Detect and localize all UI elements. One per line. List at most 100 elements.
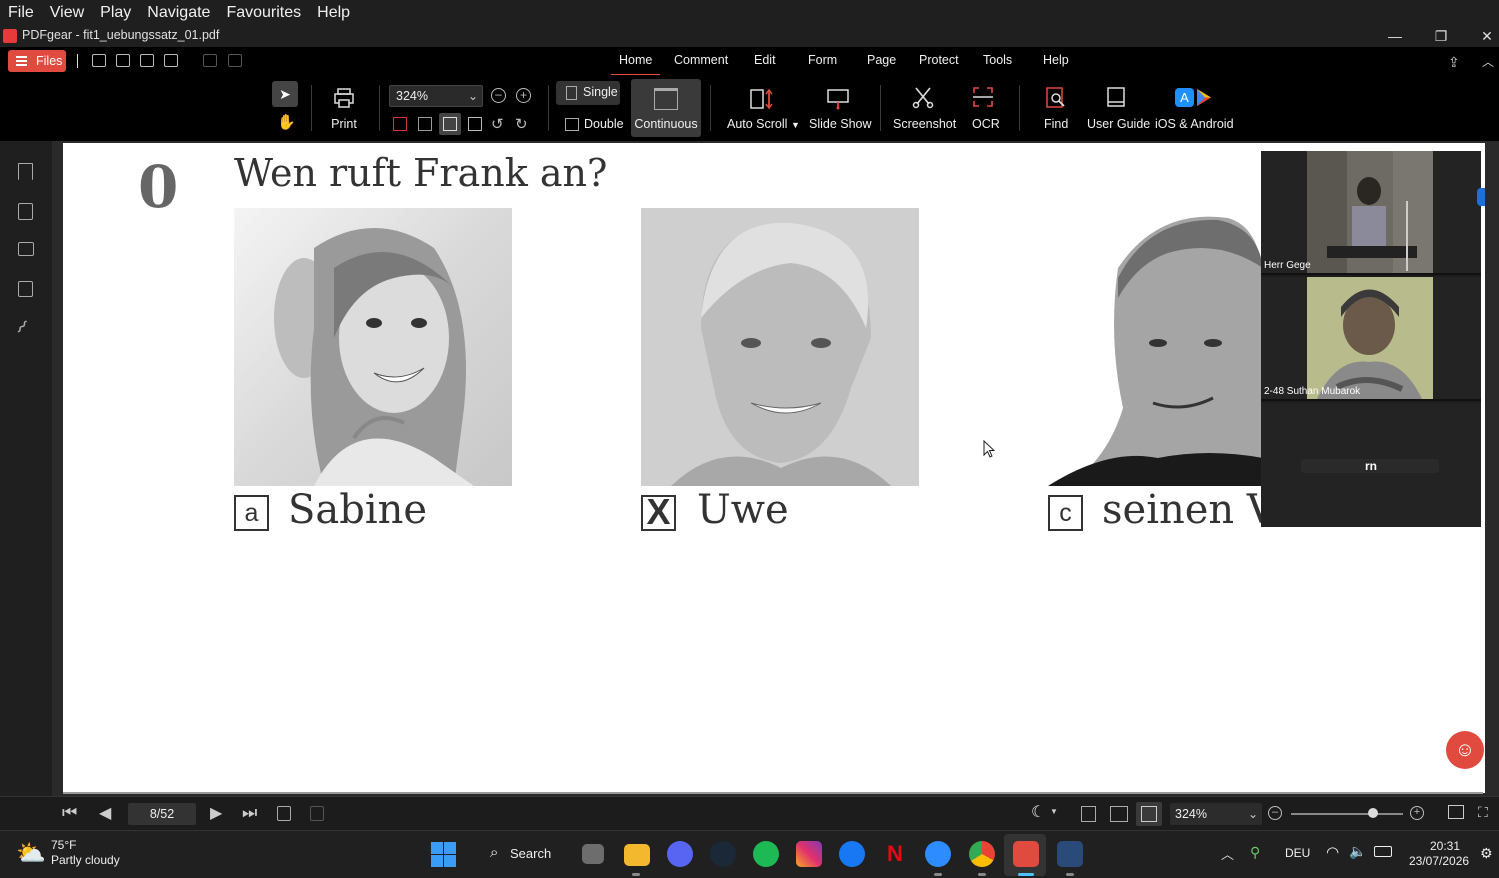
zoom-icon[interactable] — [925, 841, 951, 867]
print-button[interactable]: Print — [326, 117, 362, 131]
slide-show-icon[interactable] — [826, 87, 850, 111]
attachments-upload-icon[interactable] — [18, 281, 33, 297]
menu-file[interactable]: File — [8, 4, 34, 22]
weather-icon[interactable]: ⛅ — [16, 839, 46, 868]
fit-actual-icon[interactable] — [393, 117, 407, 131]
last-page-icon[interactable]: ⏭ — [242, 803, 257, 823]
user-guide-button[interactable]: User Guide — [1087, 117, 1150, 131]
thumbnails-icon[interactable] — [18, 203, 33, 220]
printer-icon[interactable] — [333, 87, 355, 109]
ocr-icon[interactable] — [971, 85, 995, 109]
maximize-button[interactable]: ❐ — [1418, 25, 1464, 47]
netflix-icon[interactable]: N — [887, 841, 903, 867]
page-number-input[interactable]: 8/52 — [128, 803, 196, 825]
tab-home[interactable]: Home — [610, 53, 661, 77]
participant-tile[interactable]: rn — [1261, 403, 1481, 527]
chrome-icon[interactable] — [969, 841, 995, 867]
bookmark-icon[interactable] — [18, 163, 33, 180]
location-icon[interactable]: ⚲ — [1250, 844, 1260, 861]
search-icon[interactable]: ⌕ — [490, 844, 498, 861]
google-play-icon[interactable] — [1195, 88, 1213, 107]
double-page-icon[interactable] — [565, 118, 579, 131]
rotate-right-icon[interactable]: ↻ — [515, 115, 528, 133]
wifi-icon[interactable]: ◠ — [1326, 843, 1339, 861]
facebook-icon[interactable] — [839, 841, 865, 867]
weather-temp[interactable]: 75°F — [51, 838, 76, 852]
discord-icon[interactable] — [667, 841, 693, 867]
zoom-slider-handle[interactable] — [1368, 808, 1378, 818]
user-guide-icon[interactable] — [1105, 86, 1127, 110]
screenshot-button[interactable]: Screenshot — [893, 117, 956, 131]
participant-tile[interactable]: 2-48 Suthan Mubarok — [1261, 277, 1481, 401]
dark-mode-icon[interactable]: ☾ — [1031, 802, 1045, 822]
chevron-up-icon[interactable]: ︿ — [1221, 844, 1234, 863]
select-tool-icon[interactable]: ➤ — [272, 81, 298, 107]
tab-page[interactable]: Page — [867, 53, 896, 67]
single-page-button[interactable]: Single — [556, 81, 620, 105]
instagram-icon[interactable] — [796, 841, 822, 867]
pdfgear-taskbar-icon[interactable] — [1013, 841, 1039, 867]
file-explorer-icon[interactable] — [624, 844, 650, 866]
taskbar-search[interactable]: Search — [510, 846, 551, 861]
single-view-icon[interactable] — [1081, 806, 1096, 822]
horizontal-scrollbar[interactable] — [63, 792, 1483, 794]
comments-icon[interactable] — [18, 242, 34, 256]
menu-navigate[interactable]: Navigate — [147, 4, 210, 22]
fit-width-button[interactable] — [439, 113, 461, 135]
spotify-icon[interactable] — [753, 841, 779, 867]
redo-icon[interactable] — [228, 54, 242, 67]
menu-favourites[interactable]: Favourites — [226, 4, 301, 22]
zoom-select[interactable]: 324% ⌄ — [389, 85, 483, 107]
media-player-icon[interactable] — [1057, 841, 1083, 867]
tab-help[interactable]: Help — [1043, 53, 1069, 67]
tab-tools[interactable]: Tools — [983, 53, 1012, 67]
go-back-view-icon[interactable] — [277, 806, 291, 821]
files-button[interactable]: Files — [8, 50, 66, 72]
caret-down-icon[interactable]: ▼ — [1050, 807, 1058, 816]
windows-start-icon[interactable] — [431, 842, 456, 867]
battery-icon[interactable] — [1374, 846, 1392, 857]
next-page-icon[interactable]: ▶ — [210, 803, 222, 823]
zoom-in-icon[interactable]: + — [1410, 806, 1424, 820]
double-page-button[interactable]: Double — [584, 117, 624, 131]
zoom-select-status[interactable]: 324% ⌄ — [1170, 803, 1262, 825]
menu-play[interactable]: Play — [100, 4, 131, 22]
volume-icon[interactable]: 🔈 — [1349, 843, 1366, 860]
print-small-icon[interactable] — [164, 54, 178, 67]
menu-help[interactable]: Help — [317, 4, 350, 22]
auto-scroll-button[interactable]: Auto Scroll ▼ — [727, 117, 800, 131]
fit-page-icon[interactable] — [418, 117, 432, 131]
minimize-button[interactable]: — — [1372, 25, 1418, 47]
collapse-ribbon-icon[interactable]: ︿ — [1482, 53, 1494, 70]
zoom-slider-track[interactable] — [1291, 813, 1403, 815]
find-icon[interactable] — [1045, 86, 1067, 110]
tab-comment[interactable]: Comment — [674, 53, 728, 67]
open-folder-icon[interactable] — [92, 54, 106, 67]
app-store-icon[interactable]: A — [1175, 88, 1194, 107]
double-view-icon[interactable] — [1110, 806, 1128, 822]
previous-page-icon[interactable]: ◀ — [99, 803, 111, 823]
hand-tool-icon[interactable]: ✋ — [277, 113, 296, 131]
checkbox-b-checked[interactable]: X — [641, 494, 676, 531]
save-icon[interactable] — [116, 54, 130, 67]
ocr-button[interactable]: OCR — [972, 117, 1000, 131]
fullscreen-icon[interactable]: ⛶ — [1478, 804, 1488, 821]
ios-android-button[interactable]: iOS & Android — [1155, 117, 1234, 131]
find-button[interactable]: Find — [1044, 117, 1068, 131]
paperclip-icon[interactable]: ⌇ — [11, 317, 32, 339]
tab-form[interactable]: Form — [808, 53, 837, 67]
zoom-out-icon[interactable]: – — [1268, 806, 1282, 820]
auto-scroll-icon[interactable] — [749, 87, 775, 111]
continuous-button[interactable]: Continuous — [631, 79, 701, 137]
participant-tile[interactable]: Herr Gege — [1261, 151, 1481, 275]
save-as-icon[interactable] — [140, 54, 154, 67]
fit-visible-icon[interactable] — [468, 117, 482, 131]
notification-icon[interactable]: ⚙ — [1480, 845, 1493, 862]
rotate-left-icon[interactable]: ↺ — [491, 115, 504, 133]
slide-show-button[interactable]: Slide Show — [809, 117, 872, 131]
go-forward-view-icon[interactable] — [310, 806, 324, 821]
ai-assistant-icon[interactable]: ☺ — [1446, 731, 1484, 769]
checkbox-c[interactable]: c — [1048, 495, 1083, 531]
close-button[interactable]: ✕ — [1464, 25, 1499, 47]
tab-protect[interactable]: Protect — [919, 53, 959, 67]
